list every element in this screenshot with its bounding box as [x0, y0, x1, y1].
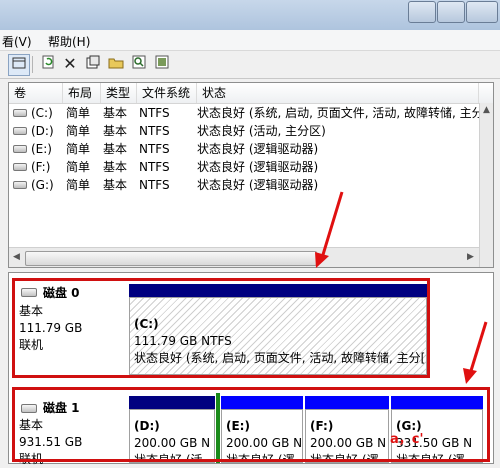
annotation-arrowhead-2: [463, 368, 477, 384]
annotation-arrow-2: [468, 321, 488, 375]
annotation-arrowhead-1: [315, 252, 329, 268]
annotation-arrow-1: [320, 191, 344, 259]
watermark: a，c': [390, 432, 424, 447]
annotation-arrows: [315, 191, 488, 384]
